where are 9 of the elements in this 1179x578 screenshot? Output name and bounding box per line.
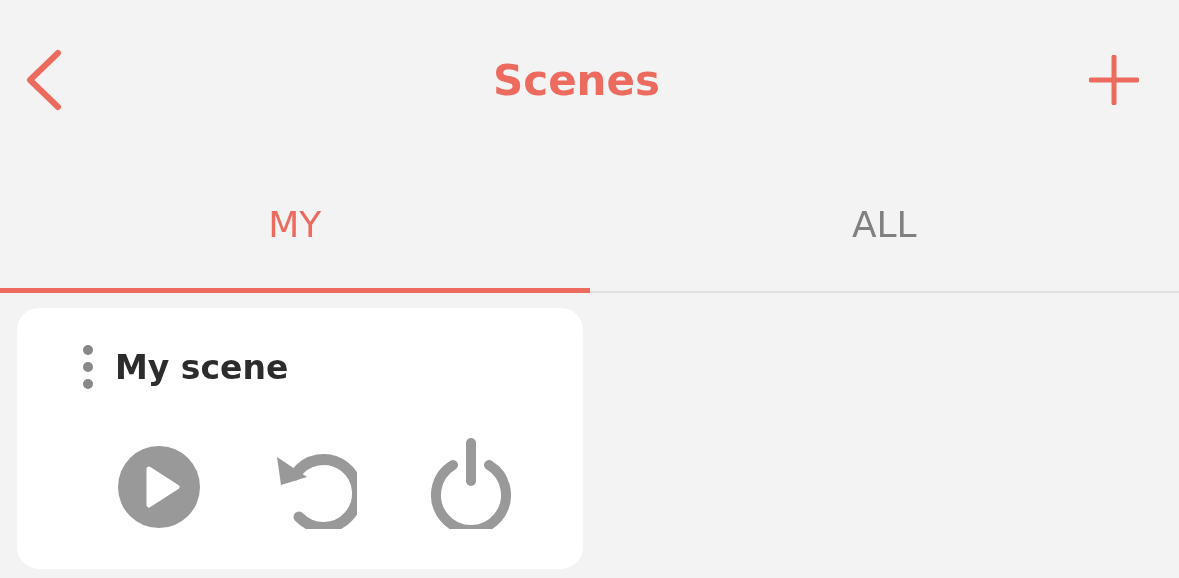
add-button[interactable]: [1089, 55, 1139, 105]
page-title: Scenes: [493, 55, 660, 105]
back-button[interactable]: [24, 49, 64, 111]
more-icon[interactable]: [83, 345, 93, 389]
tab[interactable]: ALL: [589, 160, 1179, 293]
play-button[interactable]: [117, 445, 201, 529]
power-button[interactable]: [429, 437, 513, 529]
scene-name: My scene: [115, 347, 289, 387]
tab[interactable]: MY: [0, 160, 590, 293]
